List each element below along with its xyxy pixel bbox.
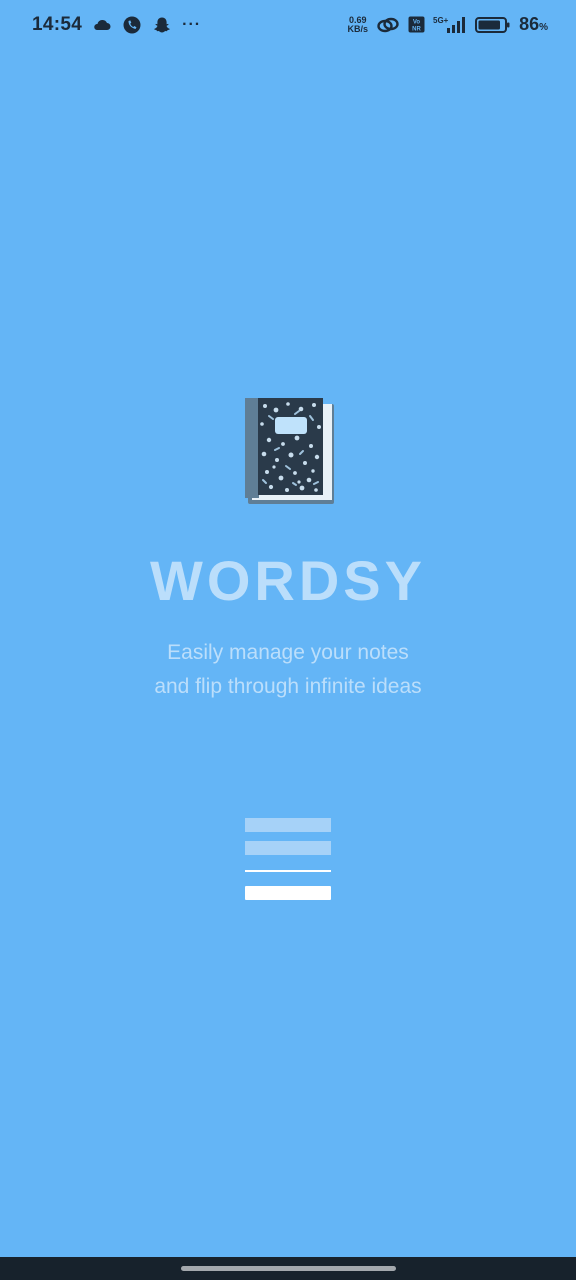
tagline-line-2: and flip through infinite ideas	[154, 675, 422, 698]
home-indicator[interactable]	[181, 1266, 396, 1271]
status-bar: 14:54 ··· 0.69 KB/s Vo NR 5G+ 86%	[0, 0, 576, 56]
loading-bar-top	[245, 818, 331, 832]
network-speed-unit: KB/s	[347, 23, 369, 34]
loading-divider	[245, 870, 331, 872]
network-type-label: 5G+	[433, 16, 449, 25]
loading-indicator	[245, 818, 331, 902]
battery-percent-sign: %	[539, 22, 548, 33]
snapchat-icon	[154, 17, 170, 33]
svg-text:NR: NR	[412, 27, 421, 33]
app-tagline: Easily manage your notes and flip throug…	[0, 636, 576, 704]
loading-bar-bottom	[245, 886, 331, 900]
network-speed: 0.69 KB/s	[347, 15, 369, 34]
status-bar-right: 0.69 KB/s Vo NR 5G+ 86%	[348, 14, 548, 35]
more-dots-icon: ···	[182, 16, 202, 33]
system-nav-bar	[0, 1257, 576, 1280]
battery-icon	[475, 16, 510, 33]
hotspot-link-icon	[377, 17, 399, 32]
tagline-line-1: Easily manage your notes	[167, 641, 409, 664]
cloud-icon	[94, 19, 111, 30]
svg-text:Vo: Vo	[413, 20, 421, 26]
signal-icon: 5G+	[433, 16, 466, 33]
notebook-icon	[245, 398, 334, 504]
status-time: 14:54	[32, 14, 83, 35]
battery-percent-value: 86	[519, 14, 540, 34]
battery-percent: 86%	[519, 14, 548, 35]
loading-bar-middle	[245, 841, 331, 855]
phone-call-icon	[123, 16, 141, 34]
status-bar-left: 14:54 ···	[32, 14, 201, 36]
volte-icon: Vo NR	[408, 16, 425, 33]
app-title: WORDSY	[150, 549, 426, 612]
